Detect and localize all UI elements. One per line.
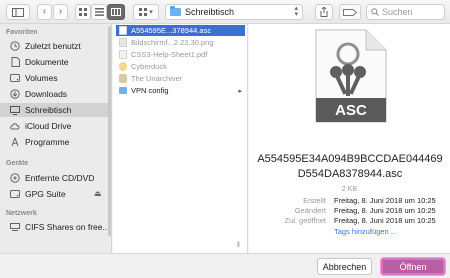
sidebar-item-label: Dokumente [25, 57, 69, 67]
file-item-label: The Unarchiver [131, 74, 183, 83]
drive-icon [10, 189, 20, 199]
pdf-file-icon [119, 50, 127, 59]
dialog-button-bar: Abbrechen Öffnen [0, 253, 450, 278]
folder-icon [170, 6, 181, 16]
chevron-down-icon: ▾ [149, 8, 153, 16]
asc-icon-label: ASC [335, 102, 367, 119]
share-icon [320, 7, 328, 17]
sidebar-item-label: Schreibtisch [25, 105, 72, 115]
sidebar: Favoriten Zuletzt benutzt Dokumente Volu… [0, 24, 112, 253]
network-icon [10, 222, 20, 232]
file-item-label: VPN config [131, 86, 169, 95]
tag-icon [343, 8, 357, 16]
file-item-label: Bildschirmf...2.22.30.png [131, 38, 214, 47]
view-columns-button[interactable] [107, 4, 125, 20]
sidebar-item-documents[interactable]: Dokumente [0, 55, 108, 69]
share-button[interactable] [315, 4, 333, 20]
sidebar-item-gpg-suite[interactable]: GPG Suite ⏏ [0, 187, 108, 201]
sidebar-item-icloud[interactable]: iCloud Drive [0, 119, 108, 133]
sidebar-item-label: CIFS Shares on free... [25, 222, 110, 232]
file-item-screenshot[interactable]: Bildschirmf...2.22.30.png [116, 37, 245, 48]
sidebar-item-downloads[interactable]: Downloads [0, 87, 108, 101]
meta-created-label: Erstellt [303, 196, 326, 205]
cloud-icon [10, 121, 20, 131]
arrange-grid-icon [139, 8, 148, 16]
unarchiver-app-icon [119, 74, 127, 83]
chevron-right-icon: ▸ [238, 87, 242, 95]
applications-icon [10, 137, 20, 147]
document-icon [119, 26, 127, 35]
folder-icon [119, 87, 127, 94]
eject-icon[interactable]: ⏏ [94, 189, 102, 198]
updown-arrows-icon: ▴ ▾ [294, 5, 298, 18]
search-input[interactable] [379, 7, 437, 17]
image-file-icon [119, 38, 127, 47]
sidebar-icon [12, 7, 24, 17]
favorites-heading: Favoriten [6, 29, 38, 36]
network-heading: Netzwerk [6, 210, 37, 217]
toolbar: ‹ › ▾ Schreibtisch ▴ ▾ [0, 0, 450, 24]
sidebar-item-label: Volumes [25, 73, 58, 83]
desktop-icon [10, 105, 20, 115]
meta-opened-value: Freitag, 8. Juni 2018 um 10:25 [334, 216, 436, 225]
file-item-asc[interactable]: A554595E...378944.asc [116, 25, 245, 36]
file-item-label: A554595E...378944.asc [131, 26, 212, 35]
download-icon [10, 89, 20, 99]
meta-opened-label: Zul. geöffnet [284, 216, 326, 225]
clock-icon [10, 41, 20, 51]
back-button[interactable]: ‹ [37, 4, 52, 20]
location-label: Schreibtisch [185, 7, 235, 17]
preview-filename: A554595E34A094B9BCCDAE044469D554DA837894… [257, 153, 443, 180]
preview-pane: ASC A554595E34A094B9BCCDAE044469D554DA83… [249, 24, 450, 253]
keychain-document-icon: ASC [315, 29, 387, 123]
forward-button[interactable]: › [53, 4, 68, 20]
sidebar-item-label: iCloud Drive [25, 121, 72, 131]
disc-icon [10, 173, 20, 183]
chevron-right-icon: › [58, 6, 63, 17]
preview-size: 2 KB [341, 186, 358, 193]
file-item-label: Cyberduck [131, 62, 167, 71]
file-item-label: CSS3-Help-Sheet1.pdf [131, 50, 208, 59]
meta-modified-label: Geändert [294, 206, 326, 215]
sidebar-scrollbar[interactable] [108, 26, 111, 236]
view-icons-button[interactable] [75, 4, 91, 20]
cyberduck-app-icon [119, 62, 127, 71]
sidebar-item-applications[interactable]: Programme [0, 135, 108, 149]
drive-icon [10, 73, 20, 83]
column-resize-handle[interactable]: ‖ [237, 242, 240, 249]
location-popup[interactable]: Schreibtisch ▴ ▾ [165, 4, 303, 20]
search-icon [371, 8, 379, 16]
sidebar-toggle-button[interactable] [6, 4, 30, 20]
open-button[interactable]: Öffnen [381, 258, 445, 275]
devices-heading: Geräte [6, 160, 29, 167]
grid-view-icon [79, 8, 87, 16]
columns-view-icon [111, 8, 121, 16]
sidebar-item-volumes[interactable]: Volumes [0, 71, 108, 85]
file-item-pdf[interactable]: CSS3-Help-Sheet1.pdf [116, 49, 245, 60]
search-field[interactable] [366, 4, 445, 20]
sidebar-item-label: Programme [25, 137, 70, 147]
file-column: A554595E...378944.asc Bildschirmf...2.22… [113, 24, 248, 253]
list-view-icon [94, 8, 104, 16]
arrange-menu-button[interactable]: ▾ [133, 4, 159, 20]
add-tags-link[interactable]: Tags hinzufügen ... [334, 227, 397, 236]
sidebar-item-label: Downloads [25, 89, 68, 99]
file-item-unarchiver[interactable]: The Unarchiver [116, 73, 245, 84]
sidebar-item-remote-disc[interactable]: Entfernte CD/DVD [0, 171, 108, 185]
documents-icon [10, 57, 20, 67]
tags-button[interactable] [339, 4, 361, 20]
view-list-button[interactable] [91, 4, 107, 20]
meta-created-value: Freitag, 8. Juni 2018 um 10:25 [334, 196, 436, 205]
sidebar-item-label: Entfernte CD/DVD [25, 173, 95, 183]
cancel-button[interactable]: Abbrechen [317, 258, 372, 275]
file-item-vpn-config[interactable]: VPN config ▸ [116, 85, 245, 96]
sidebar-item-cifs-shares[interactable]: CIFS Shares on free... [0, 220, 110, 234]
file-item-cyberduck[interactable]: Cyberduck [116, 61, 245, 72]
sidebar-item-label: GPG Suite [25, 189, 66, 199]
meta-modified-value: Freitag, 8. Juni 2018 um 10:25 [334, 206, 436, 215]
sidebar-item-desktop[interactable]: Schreibtisch [0, 103, 108, 117]
chevron-left-icon: ‹ [42, 6, 47, 17]
sidebar-item-label: Zuletzt benutzt [25, 41, 81, 51]
sidebar-item-recents[interactable]: Zuletzt benutzt [0, 39, 108, 53]
